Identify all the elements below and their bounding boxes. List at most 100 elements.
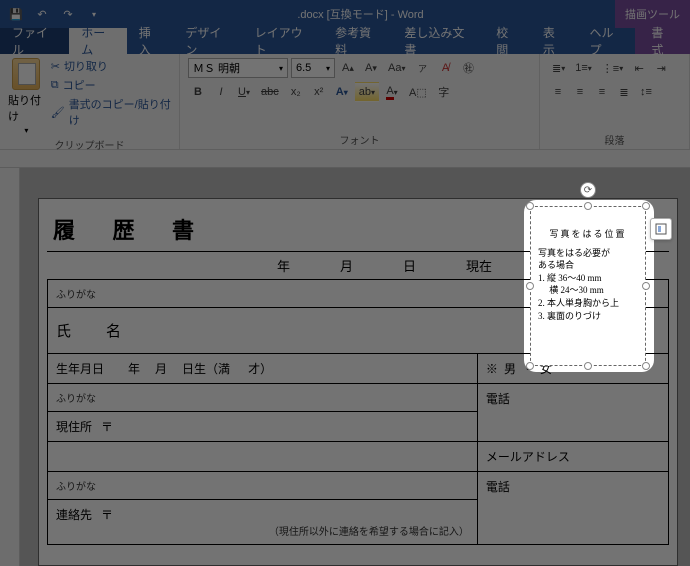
spacer-cell — [48, 442, 478, 472]
align-right-button[interactable]: ≡ — [592, 82, 612, 102]
tab-help[interactable]: ヘルプ — [577, 28, 635, 54]
resize-handle-s[interactable] — [584, 362, 592, 370]
subscript-button[interactable]: x₂ — [286, 82, 306, 102]
textbox-content: 写真をはる位置 写真をはる必要が ある場合 1. 縦 36～40 mm 横 24… — [536, 228, 640, 338]
cut-label: 切り取り — [64, 58, 108, 74]
label-day: 日 — [403, 256, 416, 275]
birth-cell: 生年月日 年 月 日生（満 才） — [48, 354, 478, 384]
furigana-cell-address: ふりがな — [48, 384, 478, 412]
resize-handle-n[interactable] — [584, 202, 592, 210]
tb-line2: ある場合 — [538, 259, 638, 272]
strikethrough-button[interactable]: abc — [257, 82, 283, 102]
font-size-value: 6.5 — [296, 62, 311, 74]
font-name-combo[interactable]: ＭＳ 明朝 ▾ — [188, 58, 288, 78]
email-cell: メールアドレス — [477, 442, 668, 472]
bold-button[interactable]: B — [188, 82, 208, 102]
change-case-button[interactable]: Aa▾ — [384, 58, 409, 78]
font-color-button[interactable]: A▾ — [382, 82, 402, 102]
copy-icon: ⧉ — [51, 79, 59, 92]
tab-mailings[interactable]: 差し込み文書 — [392, 28, 484, 54]
tb-li1b: 横 24～30 mm — [538, 284, 638, 297]
save-icon[interactable]: 💾 — [4, 3, 28, 25]
brush-icon: 🖌 — [51, 106, 65, 119]
font-size-combo[interactable]: 6.5 ▾ — [291, 58, 335, 78]
numbering-button[interactable]: 1≡▾ — [571, 58, 596, 78]
resize-handle-sw[interactable] — [526, 362, 534, 370]
tab-review[interactable]: 校閲 — [484, 28, 531, 54]
birth-suffix-day: 日生（満 — [182, 362, 230, 376]
layout-options-button[interactable] — [650, 218, 672, 240]
tb-li2: 2. 本人単身胸から上 — [538, 297, 638, 310]
character-shading-button[interactable]: A⬚ — [405, 82, 431, 102]
increase-indent-button[interactable]: ⇥ — [651, 58, 671, 78]
address-cell: 現住所 〒 — [48, 412, 478, 442]
sex-male: 男 — [504, 362, 516, 376]
tab-references[interactable]: 参考資料 — [323, 28, 392, 54]
resize-handle-nw[interactable] — [526, 202, 534, 210]
copy-button[interactable]: ⧉ コピー — [51, 77, 171, 93]
tab-insert[interactable]: 挿入 — [127, 28, 174, 54]
horizontal-ruler[interactable] — [0, 150, 690, 168]
enclose-characters-button[interactable]: ㊓ — [458, 58, 478, 78]
format-painter-button[interactable]: 🖌 書式のコピー/貼り付け — [51, 96, 171, 128]
clear-formatting-button[interactable]: A̸ — [435, 58, 455, 78]
multilevel-list-button[interactable]: ⋮≡▾ — [598, 58, 627, 78]
photo-textbox[interactable]: ⟳ 写真をはる位置 写真をはる必要が ある場合 1. 縦 36～40 mm 横 … — [530, 206, 646, 366]
font-name-value: ＭＳ 明朝 — [193, 60, 240, 76]
bullets-button[interactable]: ≣▾ — [548, 58, 569, 78]
group-font: ＭＳ 明朝 ▾ 6.5 ▾ A▴ A▾ Aa▾ ア A̸ ㊓ B I U▾ ab… — [180, 54, 540, 149]
align-center-button[interactable]: ≡ — [570, 82, 590, 102]
character-border-button[interactable]: 字 — [434, 82, 454, 102]
highlight-button[interactable]: ab▾ — [355, 82, 379, 102]
tab-design[interactable]: デザイン — [173, 28, 242, 54]
grow-font-button[interactable]: A▴ — [338, 58, 358, 78]
paste-icon — [12, 58, 40, 90]
shrink-font-button[interactable]: A▾ — [361, 58, 381, 78]
qat-customize-icon[interactable]: ▾ — [82, 3, 106, 25]
chevron-down-icon: ▾ — [279, 64, 283, 73]
birth-suffix-age: 才） — [248, 362, 272, 376]
text-effects-button[interactable]: A▾ — [332, 82, 352, 102]
tab-format[interactable]: 書式 — [635, 28, 690, 54]
vertical-ruler[interactable] — [0, 168, 20, 566]
tb-li3: 3. 裏面のりづけ — [538, 310, 638, 323]
format-painter-label: 書式のコピー/貼り付け — [69, 96, 171, 128]
ribbon: 貼り付け ▾ ✂ 切り取り ⧉ コピー 🖌 書式のコピー/貼り付け クリップボー… — [0, 54, 690, 150]
chevron-down-icon: ▾ — [326, 64, 330, 73]
line-spacing-button[interactable]: ↕≡ — [636, 82, 656, 102]
resize-handle-e[interactable] — [642, 282, 650, 290]
scissors-icon: ✂ — [51, 60, 60, 73]
tab-file[interactable]: ファイル — [0, 28, 69, 54]
postal-mark: 〒 — [101, 508, 113, 522]
paste-button[interactable]: 貼り付け ▾ — [8, 58, 45, 135]
justify-button[interactable]: ≣ — [614, 82, 634, 102]
tab-layout[interactable]: レイアウト — [243, 28, 324, 54]
furigana-cell-contact: ふりがな — [48, 472, 478, 500]
group-paragraph: ≣▾ 1≡▾ ⋮≡▾ ⇤ ⇥ ≡ ≡ ≡ ≣ ↕≡ 段落 — [540, 54, 690, 149]
italic-button[interactable]: I — [211, 82, 231, 102]
underline-button[interactable]: U▾ — [234, 82, 254, 102]
rotate-handle-icon[interactable]: ⟳ — [580, 182, 596, 198]
label-month: 月 — [340, 256, 353, 275]
tab-home[interactable]: ホーム — [69, 28, 127, 54]
resize-handle-se[interactable] — [642, 362, 650, 370]
copy-label: コピー — [63, 77, 96, 93]
tel-cell-2: 電話 — [477, 472, 668, 545]
tab-view[interactable]: 表示 — [531, 28, 578, 54]
layout-options-icon — [655, 223, 667, 235]
group-label-font: フォント — [188, 130, 531, 147]
cut-button[interactable]: ✂ 切り取り — [51, 58, 171, 74]
group-clipboard: 貼り付け ▾ ✂ 切り取り ⧉ コピー 🖌 書式のコピー/貼り付け クリップボー… — [0, 54, 180, 149]
redo-icon[interactable]: ↷ — [56, 3, 80, 25]
superscript-button[interactable]: x² — [309, 82, 329, 102]
resize-handle-ne[interactable] — [642, 202, 650, 210]
resize-handle-w[interactable] — [526, 282, 534, 290]
decrease-indent-button[interactable]: ⇤ — [629, 58, 649, 78]
phonetic-guide-button[interactable]: ア — [412, 58, 432, 78]
sex-sep: ※ — [486, 362, 498, 376]
window-title: .docx [互換モード] - Word — [106, 6, 615, 22]
undo-icon[interactable]: ↶ — [30, 3, 54, 25]
tb-line1: 写真をはる必要が — [538, 247, 638, 260]
label-year: 年 — [277, 256, 290, 275]
align-left-button[interactable]: ≡ — [548, 82, 568, 102]
